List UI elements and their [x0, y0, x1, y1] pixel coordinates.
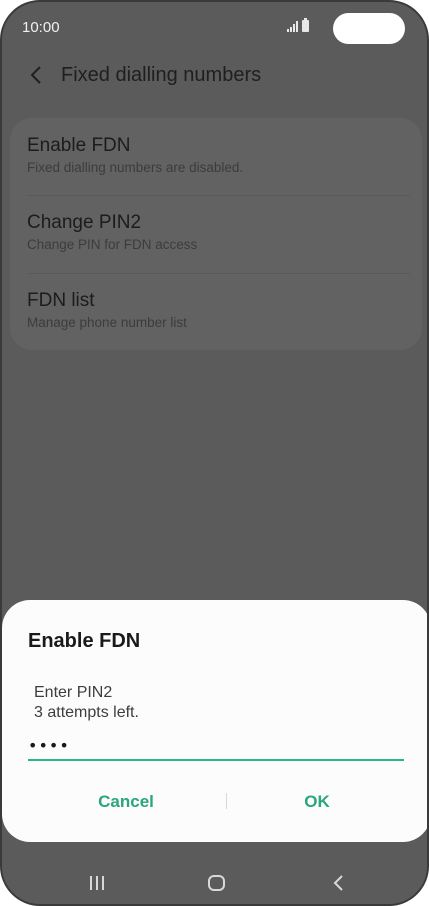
- home-icon[interactable]: [203, 872, 231, 894]
- dialog-message-line1: Enter PIN2: [34, 684, 113, 701]
- setting-subtitle: Fixed dialling numbers are disabled.: [27, 160, 244, 175]
- setting-title: Enable FDN: [27, 135, 131, 156]
- camera-cutout: [333, 13, 405, 44]
- back-arrow-icon[interactable]: [26, 63, 46, 87]
- settings-card: Enable FDN Fixed dialling numbers are di…: [10, 118, 422, 350]
- dialog-message: Enter PIN2 3 attempts left.: [34, 683, 139, 723]
- setting-title: Change PIN2: [27, 212, 142, 233]
- setting-title: FDN list: [27, 290, 95, 311]
- dialog-message-line2: 3 attempts left.: [34, 704, 139, 721]
- status-bar: 10:00: [2, 2, 427, 54]
- cancel-button[interactable]: Cancel: [26, 782, 226, 822]
- recent-apps-icon[interactable]: [83, 872, 111, 894]
- status-icons: [287, 18, 309, 32]
- setting-subtitle: Manage phone number list: [27, 315, 187, 330]
- setting-enable-fdn[interactable]: Enable FDN Fixed dialling numbers are di…: [27, 135, 410, 175]
- pin2-input[interactable]: [28, 731, 404, 761]
- divider: [27, 273, 410, 274]
- status-time: 10:00: [22, 19, 60, 36]
- page-title: Fixed dialling numbers: [61, 64, 262, 86]
- setting-change-pin2[interactable]: Change PIN2 Change PIN for FDN access: [27, 212, 410, 252]
- signal-icon: [287, 20, 298, 32]
- battery-icon: [302, 18, 309, 32]
- phone-screen: 10:00 Fixed dialling numbers Enable FDN …: [0, 0, 429, 906]
- ok-button[interactable]: OK: [227, 782, 407, 822]
- dialog-title: Enable FDN: [28, 630, 141, 652]
- navigation-bar: [2, 858, 427, 904]
- nav-back-icon[interactable]: [324, 872, 352, 894]
- setting-subtitle: Change PIN for FDN access: [27, 237, 198, 252]
- app-bar: Fixed dialling numbers: [2, 54, 427, 102]
- divider: [27, 195, 410, 196]
- enable-fdn-dialog: Enable FDN Enter PIN2 3 attempts left. C…: [2, 600, 427, 842]
- setting-fdn-list[interactable]: FDN list Manage phone number list: [27, 290, 410, 330]
